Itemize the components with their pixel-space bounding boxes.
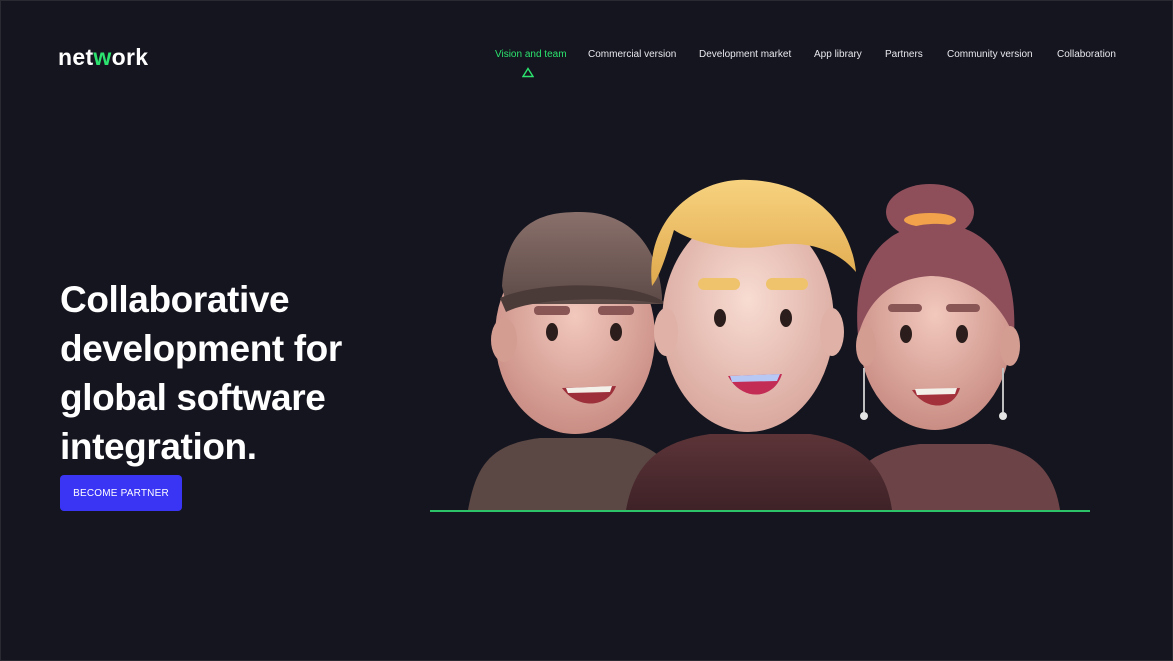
hero-headline: Collaborative development for global sof…: [60, 278, 342, 467]
nav-item-vision-and-team[interactable]: Vision and team: [495, 49, 567, 60]
nav-item-partners[interactable]: Partners: [885, 49, 923, 60]
become-partner-button[interactable]: BECOME PARTNER: [60, 475, 182, 511]
nav-item-development-market[interactable]: Development market: [699, 49, 791, 60]
avatar-woman-with-ponytail: [842, 184, 1060, 510]
main-nav: Vision and team Commercial version Devel…: [0, 49, 1173, 69]
ground-line: [430, 510, 1090, 512]
active-indicator-triangle-icon: [522, 67, 534, 78]
avatar-blonde-man: [626, 179, 892, 510]
nav-item-commercial-version[interactable]: Commercial version: [588, 49, 676, 60]
nav-item-collaboration[interactable]: Collaboration: [1057, 49, 1116, 60]
nav-item-community-version[interactable]: Community version: [947, 49, 1033, 60]
team-avatars-illustration: [468, 179, 1060, 510]
nav-item-app-library[interactable]: App library: [814, 49, 862, 60]
